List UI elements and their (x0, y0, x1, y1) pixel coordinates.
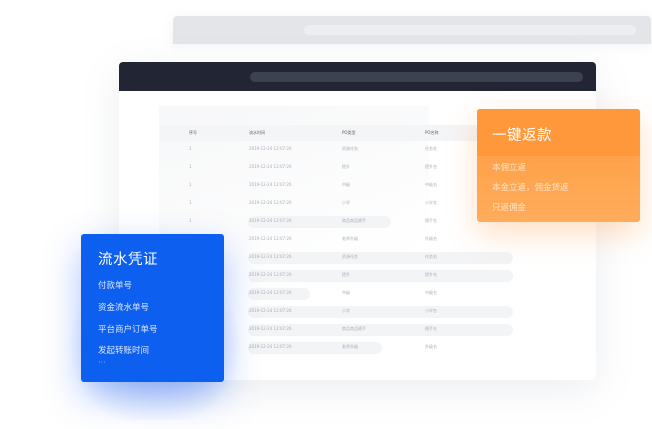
time-cell: 2019-12-24 12:07:26 (249, 326, 292, 331)
time-cell: 2019-12-24 12:07:26 (249, 272, 292, 277)
time-cell: 2019-12-24 12:07:26 (249, 308, 292, 313)
po-type-cell: 小学 (342, 308, 350, 313)
background-address-bar (304, 25, 636, 35)
more-indicator: ··· (98, 358, 106, 367)
flow-voucher-card[interactable]: 流水凭证 付款单号 资金流水单号 平台商户订单号 发起转账时间 ··· (81, 234, 224, 382)
flow-field: 发起转账时间 (98, 346, 150, 356)
flow-field: 资金流水单号 (98, 303, 150, 313)
header-time: 流水时间 (249, 130, 265, 135)
background-window (173, 16, 651, 44)
time-cell: 2019-12-24 12:07:26 (249, 164, 292, 169)
po-type-cell: 老师升级 (342, 236, 358, 241)
time-cell: 2019-12-24 12:07:26 (249, 146, 292, 151)
po-name-cell: 升级名 (425, 236, 437, 241)
time-cell: 2019-12-24 12:07:26 (249, 236, 292, 241)
po-name-cell: 提升名 (425, 272, 437, 277)
header-po-name: PO名称 (425, 130, 439, 135)
refund-card[interactable]: 一键返款 本佣立返 本金立返，佣金货返 只返佣金 (477, 109, 640, 222)
header-index: 序号 (189, 130, 197, 135)
refund-option: 本金立返，佣金货返 (492, 183, 569, 193)
header-po-type: PO类型 (342, 130, 356, 135)
time-cell: 2019-12-24 12:07:26 (249, 218, 292, 223)
time-cell: 2019-12-24 12:07:26 (249, 344, 292, 349)
index-cell: 1 (189, 200, 192, 205)
po-type-cell: 提升 (342, 272, 350, 277)
index-cell: 1 (189, 146, 192, 151)
po-name-cell: 小学名 (425, 308, 437, 313)
po-type-cell: 商品商品随手 (342, 218, 366, 223)
window-titlebar (119, 62, 596, 91)
po-name-cell: 任务名 (425, 254, 437, 259)
po-name-cell: 中级名 (425, 182, 437, 187)
po-name-cell: 提升名 (425, 164, 437, 169)
index-cell: 1 (189, 164, 192, 169)
flow-field: 平台商户订单号 (98, 325, 158, 335)
po-type-cell: 老师升级 (342, 344, 358, 349)
po-type-cell: 中级 (342, 290, 350, 295)
index-cell: 1 (189, 182, 192, 187)
po-name-cell: 随手名 (425, 218, 437, 223)
po-type-cell: 资源任务 (342, 146, 358, 151)
flow-field: 付款单号 (98, 281, 133, 291)
flow-card-title: 流水凭证 (98, 252, 158, 268)
po-name-cell: 升级名 (425, 344, 437, 349)
po-type-cell: 小学 (342, 200, 350, 205)
po-name-cell: 任务名 (425, 146, 437, 151)
po-name-cell: 随手名 (425, 326, 437, 331)
refund-card-title: 一键返款 (492, 128, 552, 144)
po-name-cell: 中级名 (425, 290, 437, 295)
po-type-cell: 提升 (342, 164, 350, 169)
address-bar[interactable] (250, 72, 583, 82)
time-cell: 2019-12-24 12:07:26 (249, 200, 292, 205)
time-cell: 2019-12-24 12:07:26 (249, 182, 292, 187)
index-cell: 1 (189, 218, 192, 223)
refund-option: 本佣立返 (492, 163, 527, 173)
time-cell: 2019-12-24 12:07:26 (249, 254, 292, 259)
refund-option: 只返佣金 (492, 203, 527, 213)
po-name-cell: 小学名 (425, 200, 437, 205)
po-type-cell: 中级 (342, 182, 350, 187)
po-type-cell: 资源任务 (342, 254, 358, 259)
time-cell: 2019-12-24 12:07:26 (249, 290, 292, 295)
po-type-cell: 商品商品随手 (342, 326, 366, 331)
